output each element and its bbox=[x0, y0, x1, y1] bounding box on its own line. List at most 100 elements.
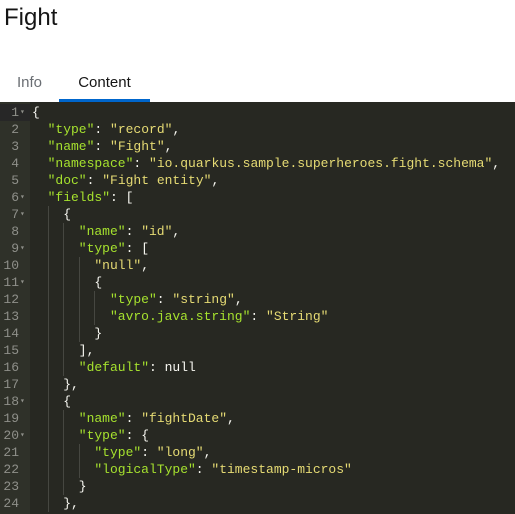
indent-guide bbox=[78, 461, 95, 478]
code-line[interactable]: 14} bbox=[0, 325, 515, 342]
indent-guide bbox=[47, 206, 64, 223]
code-line[interactable]: 7 ▾ { bbox=[0, 206, 515, 223]
code-line[interactable]: 8 "name": "id", bbox=[0, 223, 515, 240]
code-line[interactable]: 11 ▾ { bbox=[0, 274, 515, 291]
code-line[interactable]: 2 "type": "record", bbox=[0, 121, 515, 138]
indent-guide bbox=[63, 274, 79, 291]
code-line[interactable]: 19 "name": "fightDate", bbox=[0, 410, 515, 427]
line-number-cell: 22 bbox=[0, 461, 30, 478]
json-punctuation: : bbox=[149, 360, 165, 375]
json-punctuation: }, bbox=[63, 496, 79, 511]
indent-guide bbox=[32, 223, 48, 240]
code-line[interactable]: 5 "doc": "Fight entity", bbox=[0, 172, 515, 189]
line-number: 7 bbox=[11, 207, 19, 222]
code-line[interactable]: 12 "type": "string", bbox=[0, 291, 515, 308]
line-number: 3 bbox=[11, 139, 19, 154]
code-line[interactable]: 24}, bbox=[0, 495, 515, 512]
json-key: "fields" bbox=[47, 190, 111, 205]
line-number: 22 bbox=[3, 462, 19, 477]
line-number: 19 bbox=[3, 411, 19, 426]
indent-guide bbox=[63, 325, 79, 342]
fold-triangle-icon[interactable]: ▾ bbox=[20, 393, 25, 410]
json-punctuation: : bbox=[133, 156, 150, 171]
indent-guide bbox=[47, 461, 64, 478]
code-line[interactable]: 18 ▾ { bbox=[0, 393, 515, 410]
json-punctuation: , bbox=[211, 173, 220, 188]
code-line[interactable]: 16 "default": null bbox=[0, 359, 515, 376]
json-punctuation: ], bbox=[78, 343, 95, 358]
json-key: "type" bbox=[78, 428, 126, 443]
json-key: "namespace" bbox=[47, 156, 134, 171]
indent-guide bbox=[47, 478, 64, 495]
json-punctuation: : bbox=[141, 445, 157, 460]
json-string: "timestamp-micros" bbox=[211, 462, 352, 477]
line-number-cell: 14 bbox=[0, 325, 30, 342]
json-punctuation: { bbox=[32, 105, 40, 120]
line-number: 6 bbox=[11, 190, 19, 205]
indent-guide bbox=[63, 461, 79, 478]
indent-guide bbox=[47, 257, 64, 274]
json-key: "name" bbox=[78, 411, 126, 426]
line-number-cell: 18 ▾ bbox=[0, 393, 30, 410]
code-line[interactable]: 3 "name": "Fight", bbox=[0, 138, 515, 155]
indent-guide bbox=[47, 495, 64, 512]
code-line[interactable]: 6 ▾ "fields": [ bbox=[0, 189, 515, 206]
indent-guide bbox=[78, 308, 95, 325]
json-string: "record" bbox=[110, 122, 173, 137]
fold-triangle-icon[interactable]: ▾ bbox=[20, 104, 25, 121]
line-number-cell: 10 bbox=[0, 257, 30, 274]
code-line[interactable]: 10 "null", bbox=[0, 257, 515, 274]
json-punctuation: , bbox=[492, 156, 501, 171]
code-text: "avro.java.string": "String" bbox=[32, 308, 328, 325]
line-number: 18 bbox=[3, 394, 19, 409]
code-line[interactable]: 15], bbox=[0, 342, 515, 359]
code-text: "type": "record", bbox=[32, 121, 181, 138]
json-key: "default" bbox=[78, 360, 149, 375]
code-text: "type": { bbox=[32, 427, 149, 444]
code-text: "name": "id", bbox=[32, 223, 180, 240]
indent-guide bbox=[47, 359, 64, 376]
code-text: { bbox=[32, 393, 71, 410]
line-number-cell: 19 bbox=[0, 410, 30, 427]
line-number: 9 bbox=[11, 241, 19, 256]
json-punctuation: : bbox=[156, 292, 173, 307]
fold-triangle-icon[interactable]: ▾ bbox=[20, 206, 25, 223]
line-number-cell: 13 bbox=[0, 308, 30, 325]
indent-guide bbox=[32, 495, 48, 512]
json-punctuation: , bbox=[203, 445, 212, 460]
json-punctuation: : { bbox=[125, 428, 149, 443]
code-line[interactable]: 23} bbox=[0, 478, 515, 495]
line-number-cell: 9 ▾ bbox=[0, 240, 30, 257]
fold-triangle-icon[interactable]: ▾ bbox=[20, 189, 25, 206]
tab-content[interactable]: Content bbox=[59, 66, 150, 102]
code-line[interactable]: 20 ▾ "type": { bbox=[0, 427, 515, 444]
line-number: 13 bbox=[3, 309, 19, 324]
code-line[interactable]: 1 ▾{ bbox=[0, 104, 515, 121]
code-line[interactable]: 4 "namespace": "io.quarkus.sample.superhe… bbox=[0, 155, 515, 172]
indent-guide bbox=[47, 427, 64, 444]
line-number: 8 bbox=[11, 224, 19, 239]
fold-triangle-icon[interactable]: ▾ bbox=[20, 240, 25, 257]
line-number-cell: 11 ▾ bbox=[0, 274, 30, 291]
json-punctuation: : [ bbox=[110, 190, 134, 205]
code-text: } bbox=[32, 325, 102, 342]
line-number: 17 bbox=[3, 377, 19, 392]
fold-triangle-icon[interactable]: ▾ bbox=[20, 427, 25, 444]
code-editor[interactable]: 1 ▾{2 "type": "record", 3 "name": "Fight", 4 "… bbox=[0, 102, 515, 514]
indent-guide bbox=[47, 325, 64, 342]
code-line[interactable]: 21 "type": "long", bbox=[0, 444, 515, 461]
code-line[interactable]: 13 "avro.java.string": "String" bbox=[0, 308, 515, 325]
code-line[interactable]: 9 ▾ "type": [ bbox=[0, 240, 515, 257]
json-punctuation: : bbox=[94, 122, 111, 137]
code-text: { bbox=[32, 206, 71, 223]
line-number-cell: 21 bbox=[0, 444, 30, 461]
code-line[interactable]: 17}, bbox=[0, 376, 515, 393]
json-null: null bbox=[164, 360, 196, 375]
json-string: "id" bbox=[141, 224, 173, 239]
line-number-cell: 4 bbox=[0, 155, 30, 172]
code-line[interactable]: 22 "logicalType": "timestamp-micros" bbox=[0, 461, 515, 478]
line-number-cell: 2 bbox=[0, 121, 30, 138]
tab-info[interactable]: Info bbox=[0, 66, 59, 102]
fold-triangle-icon[interactable]: ▾ bbox=[20, 274, 25, 291]
indent-guide bbox=[47, 342, 64, 359]
